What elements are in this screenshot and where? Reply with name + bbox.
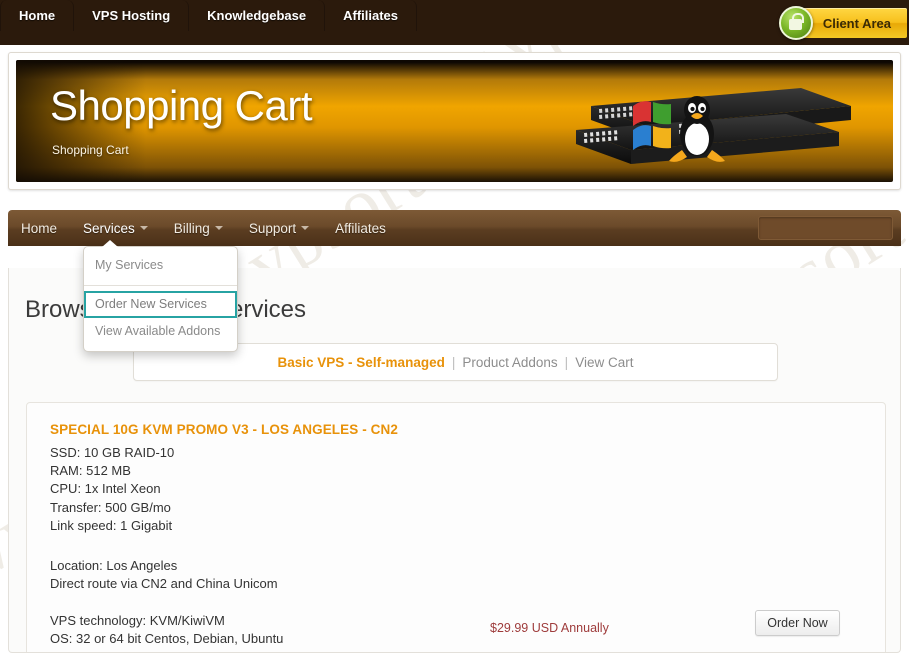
product-specs: SSD: 10 GB RAID-10 RAM: 512 MB CPU: 1x I…: [50, 445, 175, 533]
chevron-down-icon: [301, 226, 310, 230]
page-root: www.vpsort.com www.vpsort.com www.vpsort…: [0, 0, 909, 653]
top-tab-list: Home VPS Hosting Knowledgebase Affiliate…: [0, 0, 418, 31]
nav-item-label: Billing: [173, 220, 210, 236]
nav-item-home[interactable]: Home: [8, 210, 70, 246]
chevron-down-icon: [214, 226, 223, 230]
client-area-label: Client Area: [796, 8, 907, 38]
product-technology: VPS technology: KVM/KiwiVM OS: 32 or 64 …: [50, 613, 284, 647]
product-title: SPECIAL 10G KVM PROMO V3 - LOS ANGELES -…: [50, 422, 398, 437]
dropdown-item-my-services[interactable]: My Services: [84, 252, 237, 279]
top-tab-affiliates[interactable]: Affiliates: [325, 0, 418, 31]
product-nav-view-cart[interactable]: View Cart: [575, 355, 633, 370]
top-tab-knowledgebase[interactable]: Knowledgebase: [189, 0, 326, 31]
product-nav-separator: |: [564, 354, 569, 370]
secondary-nav: Home Services Billing Support Affiliates: [8, 210, 901, 246]
nav-item-label: Home: [21, 220, 58, 236]
services-dropdown-menu: My Services Order New Services View Avai…: [83, 240, 238, 352]
dropdown-divider: [84, 285, 237, 286]
product-nav-product-addons[interactable]: Product Addons: [462, 355, 557, 370]
nav-item-affiliates[interactable]: Affiliates: [322, 210, 399, 246]
nav-item-label: Services: [83, 220, 135, 236]
chevron-down-icon: [139, 226, 148, 230]
banner-title: Shopping Cart: [50, 82, 313, 129]
top-tab-home[interactable]: Home: [0, 0, 75, 31]
product-location: Location: Los Angeles Direct route via C…: [50, 558, 278, 592]
dropdown-item-order-new-services[interactable]: Order New Services: [84, 291, 237, 318]
client-area-button[interactable]: Client Area: [778, 6, 907, 40]
server-rack-icon: [576, 88, 851, 164]
dropdown-item-view-available-addons[interactable]: View Available Addons: [84, 318, 237, 345]
nav-item-support[interactable]: Support: [236, 210, 322, 246]
lock-icon: [778, 6, 813, 40]
product-price: $29.99 USD Annually: [490, 621, 609, 635]
product-nav-active[interactable]: Basic VPS - Self-managed: [278, 355, 445, 370]
nav-item-billing[interactable]: Billing: [161, 210, 236, 246]
banner-subtitle: Shopping Cart: [52, 143, 129, 157]
top-bar: Home VPS Hosting Knowledgebase Affiliate…: [0, 0, 909, 45]
nav-item-label: Affiliates: [335, 220, 386, 236]
top-tab-vps-hosting[interactable]: VPS Hosting: [74, 0, 190, 31]
nav-search-input[interactable]: [758, 216, 893, 240]
nav-item-label: Support: [248, 220, 297, 236]
order-now-button[interactable]: Order Now: [755, 610, 840, 636]
product-card: SPECIAL 10G KVM PROMO V3 - LOS ANGELES -…: [26, 402, 886, 652]
banner-frame: Shopping Cart Shopping Cart: [8, 52, 901, 190]
product-nav-separator: |: [451, 354, 456, 370]
banner: Shopping Cart Shopping Cart: [16, 60, 893, 182]
